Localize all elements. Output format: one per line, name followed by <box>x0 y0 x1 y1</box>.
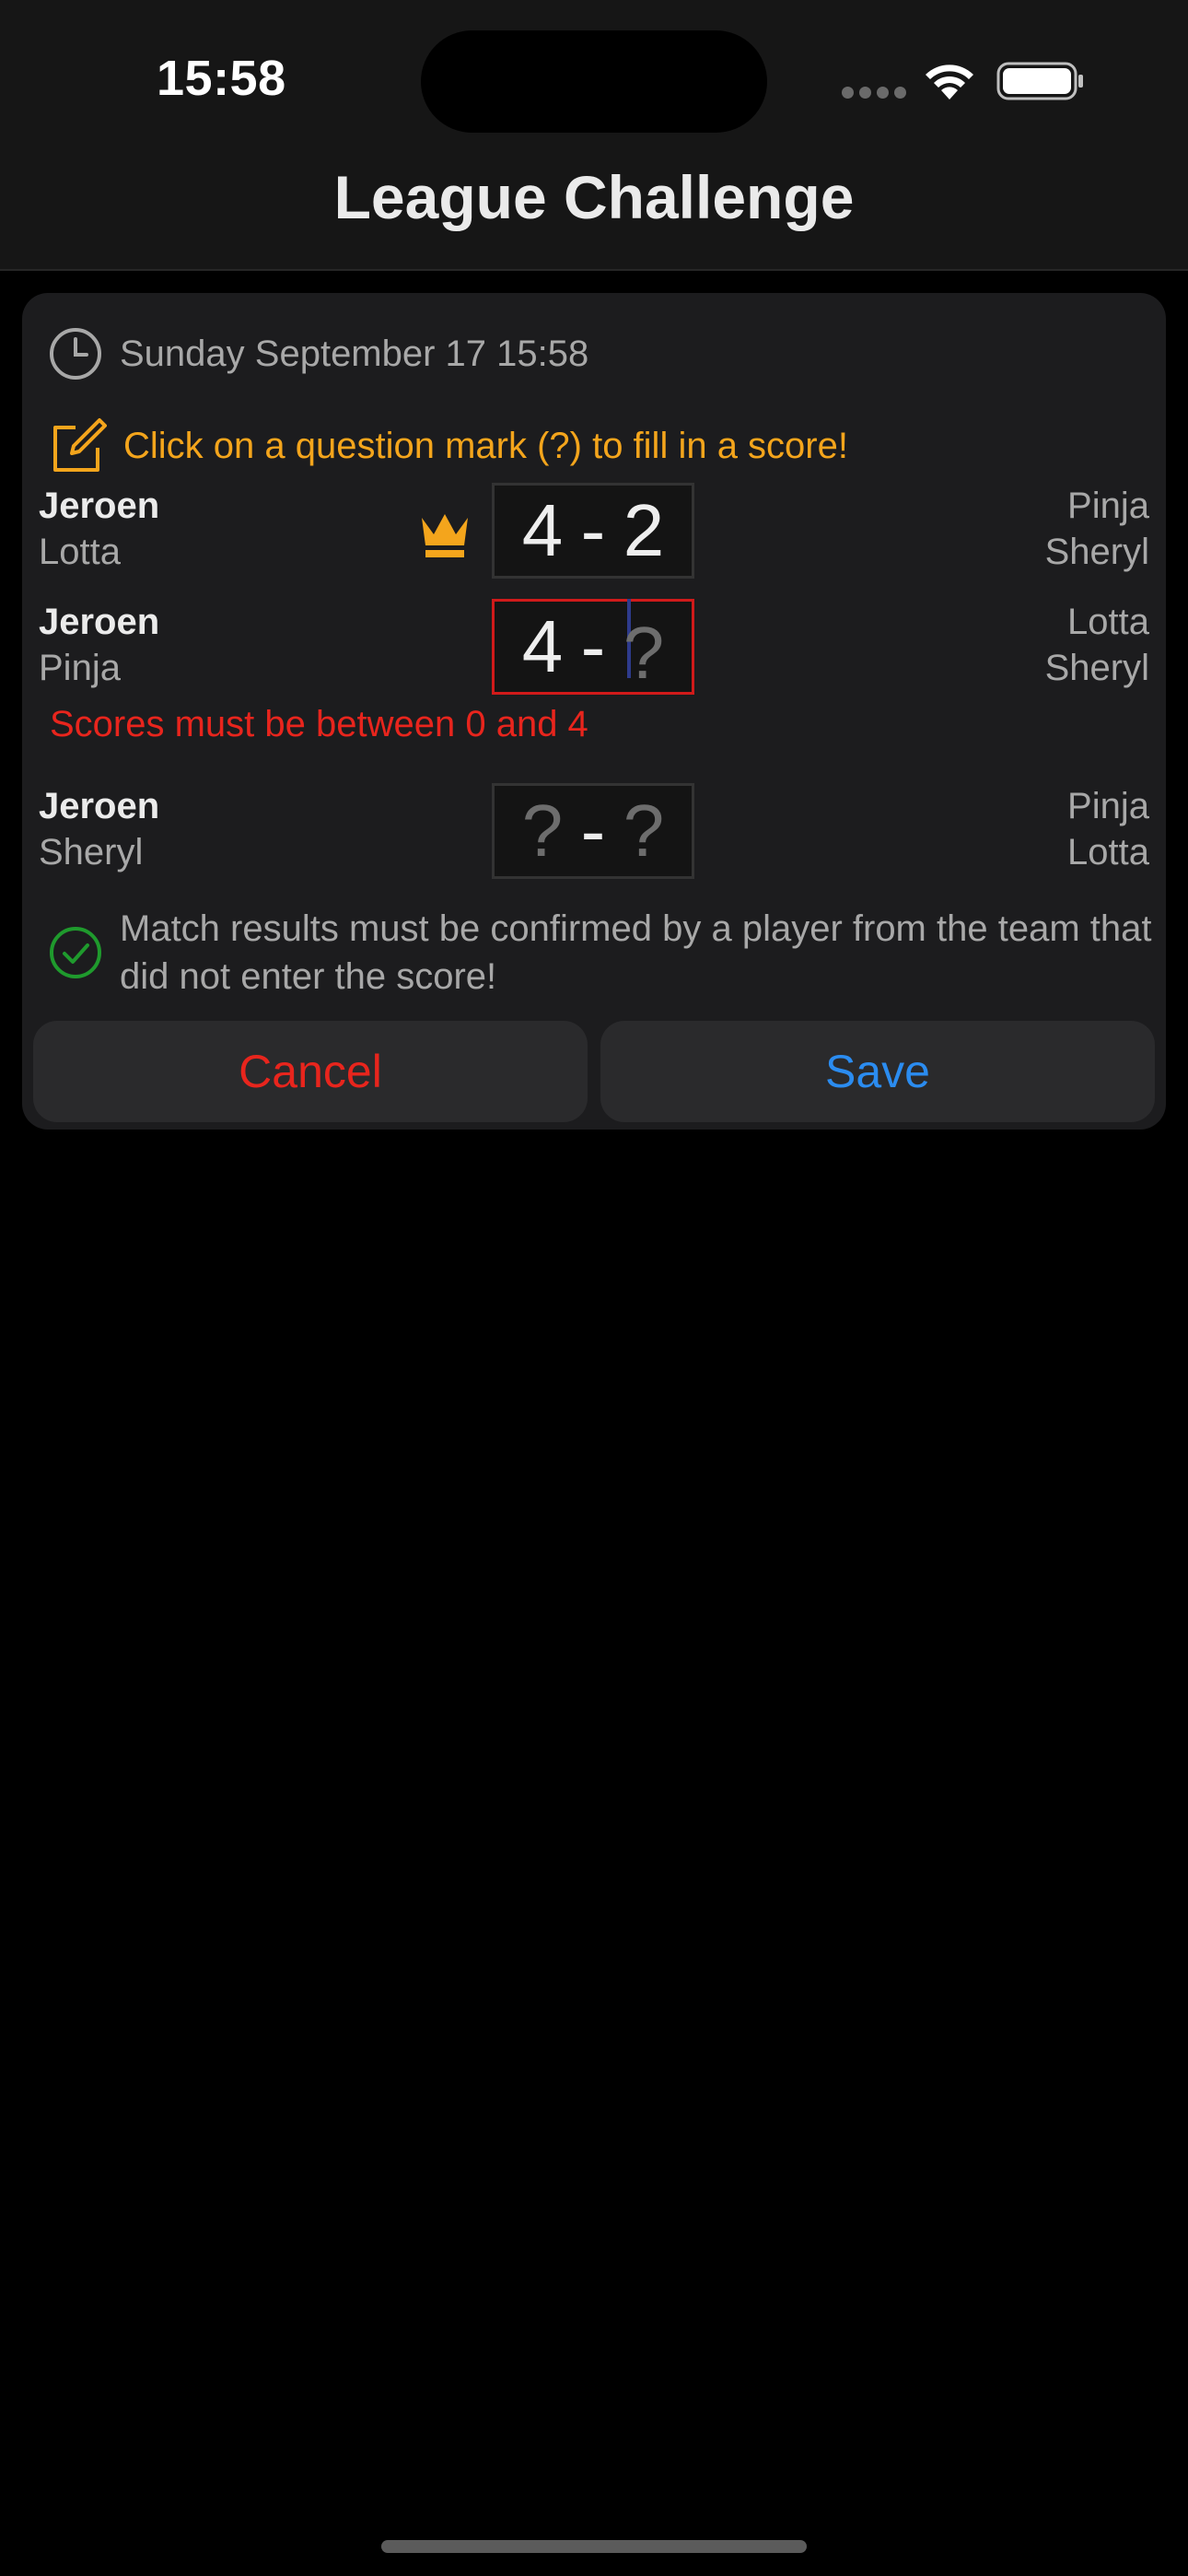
confirm-notice: Match results must be confirmed by a pla… <box>48 905 1188 1001</box>
home-player-1: Jeroen <box>39 486 160 526</box>
away-player-1: Lotta <box>1067 602 1149 642</box>
score-separator: - <box>580 790 606 872</box>
cancel-button[interactable]: Cancel <box>33 1021 588 1122</box>
home-team: Jeroen Sheryl <box>39 783 159 875</box>
home-score[interactable]: 4 <box>515 604 570 689</box>
home-player-2: Sheryl <box>39 832 144 872</box>
status-time: 15:58 <box>157 51 286 106</box>
away-score-input[interactable]: ? <box>616 598 671 696</box>
home-player-2: Lotta <box>39 532 121 572</box>
checkmark-circle-icon <box>50 927 101 978</box>
away-player-2: Sheryl <box>1044 648 1149 688</box>
score-box[interactable]: 4 - 2 <box>492 483 694 579</box>
save-button[interactable]: Save <box>600 1021 1155 1122</box>
wifi-icon <box>926 64 973 100</box>
edit-icon <box>53 418 107 472</box>
cellular-signal-icon <box>842 87 906 99</box>
away-team: Lotta Sheryl <box>1045 599 1149 691</box>
home-score[interactable]: ? <box>515 789 570 873</box>
dynamic-island <box>421 30 767 133</box>
away-player-1: Pinja <box>1067 486 1149 526</box>
away-player-2: Lotta <box>1067 832 1149 872</box>
match-row: Jeroen Pinja 4 - ? Lotta Sheryl <box>22 598 1166 706</box>
score-box[interactable]: ? - ? <box>492 783 694 879</box>
screen: 15:58 League Challenge Sunday September … <box>0 0 1188 2576</box>
home-indicator[interactable] <box>381 2540 807 2553</box>
home-player-1: Jeroen <box>39 602 160 642</box>
home-team: Jeroen Pinja <box>39 599 159 691</box>
top-bar: 15:58 League Challenge <box>0 0 1188 271</box>
hint-text: Click on a question mark (?) to fill in … <box>123 425 848 466</box>
away-team: Pinja Sheryl <box>1045 483 1149 575</box>
score-box-error[interactable]: 4 - ? <box>492 598 694 696</box>
match-date: Sunday September 17 15:58 <box>120 333 589 374</box>
match-row: Jeroen Lotta 4 - 2 Pinja Sheryl <box>22 483 1166 590</box>
match-row: Jeroen Sheryl ? - ? Pinja Lotta <box>22 783 1166 890</box>
hint-row: Click on a question mark (?) to fill in … <box>48 400 848 492</box>
home-team: Jeroen Lotta <box>39 483 159 575</box>
clock-icon <box>50 328 101 380</box>
away-player-1: Pinja <box>1067 786 1149 826</box>
score-separator: - <box>580 489 606 571</box>
battery-icon <box>996 62 1083 100</box>
away-score[interactable]: ? <box>623 612 665 694</box>
page-title: League Challenge <box>333 163 855 231</box>
home-player-1: Jeroen <box>39 786 160 826</box>
away-player-2: Sheryl <box>1044 532 1149 572</box>
home-score[interactable]: 4 <box>515 488 570 573</box>
away-score[interactable]: 2 <box>616 488 671 573</box>
confirm-text: Match results must be confirmed by a pla… <box>120 908 1152 997</box>
score-separator: - <box>580 605 606 687</box>
away-team: Pinja Lotta <box>1067 783 1149 875</box>
crown-icon <box>422 514 468 557</box>
score-entry-card: Sunday September 17 15:58 Click on a que… <box>22 293 1166 1130</box>
error-message: Scores must be between 0 and 4 <box>50 704 588 744</box>
match-date-row: Sunday September 17 15:58 <box>48 308 588 400</box>
home-player-2: Pinja <box>39 648 121 688</box>
away-score[interactable]: ? <box>616 789 671 873</box>
